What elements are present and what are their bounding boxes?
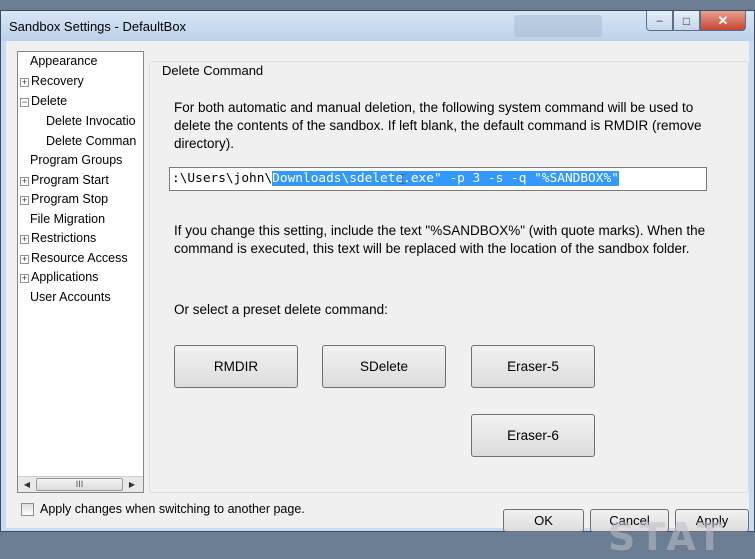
expand-icon[interactable]: + <box>20 274 29 283</box>
tree-item-program-start[interactable]: + Program Start <box>20 173 109 187</box>
settings-window: Sandbox Settings - DefaultBox – □ ✕ Appe… <box>0 10 755 559</box>
apply-on-switch-label: Apply changes when switching to another … <box>40 502 305 516</box>
tree-item-delete-command[interactable]: Delete Comman <box>46 134 136 148</box>
preset-rmdir-button[interactable]: RMDIR <box>174 345 298 388</box>
close-button[interactable]: ✕ <box>700 11 746 31</box>
ok-button[interactable]: OK <box>503 509 584 532</box>
command-prefix: :\Users\john\ <box>172 171 273 186</box>
apply-on-switch-checkbox[interactable] <box>21 502 34 516</box>
tree-horizontal-scrollbar[interactable]: ◀ III ▶ <box>18 476 143 492</box>
expand-icon[interactable]: + <box>20 255 29 264</box>
tree-item-appearance[interactable]: Appearance <box>30 54 97 68</box>
apply-on-switch-option[interactable]: Apply changes when switching to another … <box>21 502 305 516</box>
tree-item-delete-invocation[interactable]: Delete Invocatio <box>46 114 136 128</box>
description-text: For both automatic and manual deletion, … <box>174 100 702 151</box>
tree-item-file-migration[interactable]: File Migration <box>30 212 105 226</box>
tree-item-delete[interactable]: − Delete <box>20 94 67 108</box>
tree-item-user-accounts[interactable]: User Accounts <box>30 290 111 304</box>
scroll-left-icon[interactable]: ◀ <box>19 477 35 492</box>
maximize-icon: □ <box>682 13 691 28</box>
tree-item-recovery[interactable]: + Recovery <box>20 74 84 88</box>
watermark: STAT <box>608 515 727 559</box>
settings-tree[interactable]: Appearance + Recovery − Delete Delete Invo… <box>17 51 144 493</box>
delete-command-input[interactable]: :\Users\john\Downloads\sdelete.exe" -p 3… <box>169 167 707 191</box>
tree-item-program-groups[interactable]: Program Groups <box>30 153 122 167</box>
collapse-icon[interactable]: − <box>20 98 29 107</box>
tree-item-applications[interactable]: + Applications <box>20 270 98 284</box>
scroll-thumb[interactable]: III <box>36 478 123 491</box>
expand-icon[interactable]: + <box>20 177 29 186</box>
note-text: If you change this setting, include the … <box>174 223 706 256</box>
tree-item-program-stop[interactable]: + Program Stop <box>20 192 108 206</box>
command-selection: Downloads\sdelete.exe" -p 3 -s -q "%SAND… <box>272 171 619 186</box>
minimize-button[interactable]: – <box>646 11 673 31</box>
preset-sdelete-button[interactable]: SDelete <box>322 345 446 388</box>
ghost-window-controls <box>514 15 602 37</box>
preset-eraser6-button[interactable]: Eraser-6 <box>471 414 595 457</box>
window-controls: – □ ✕ <box>646 11 746 31</box>
preset-label: Or select a preset delete command: <box>174 302 388 317</box>
expand-icon[interactable]: + <box>20 196 29 205</box>
expand-icon[interactable]: + <box>20 78 29 87</box>
tree-item-resource-access[interactable]: + Resource Access <box>20 251 128 265</box>
tree-item-restrictions[interactable]: + Restrictions <box>20 231 96 245</box>
minimize-icon: – <box>656 14 663 27</box>
dialog-client: Appearance + Recovery − Delete Delete Invo… <box>6 41 749 559</box>
expand-icon[interactable]: + <box>20 235 29 244</box>
title-bar[interactable]: Sandbox Settings - DefaultBox – □ ✕ <box>1 11 754 41</box>
text-cursor-icon: ⌶ <box>398 170 408 188</box>
maximize-button[interactable]: □ <box>673 11 700 31</box>
window-title: Sandbox Settings - DefaultBox <box>9 19 187 34</box>
group-title: Delete Command <box>158 63 268 78</box>
scroll-right-icon[interactable]: ▶ <box>124 477 140 492</box>
close-icon: ✕ <box>717 12 729 28</box>
preset-eraser5-button[interactable]: Eraser-5 <box>471 345 595 388</box>
